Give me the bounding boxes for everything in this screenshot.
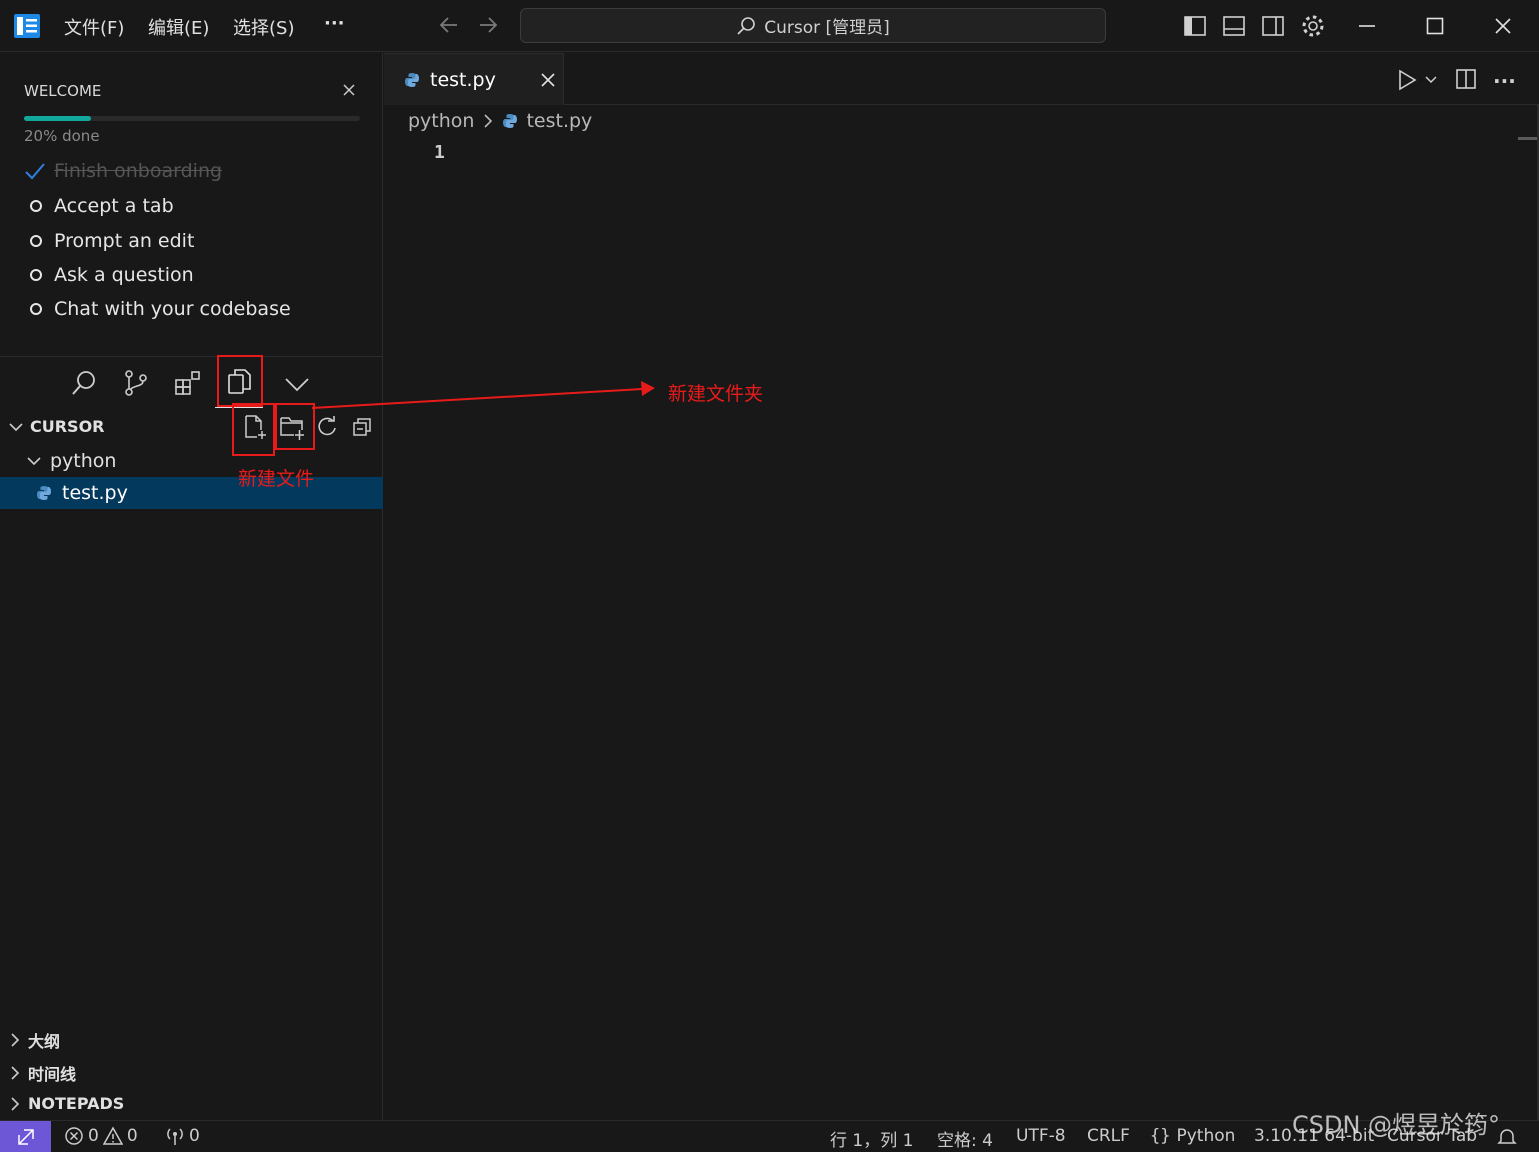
- broadcast-icon: [167, 1128, 183, 1145]
- warning-count: 0: [126, 1126, 138, 1146]
- language-label: Python: [1176, 1126, 1236, 1146]
- status-bar: 0 0 0 行 1，列 1 空格: 4 UTF-8 CRLF {} Python…: [0, 1111, 1539, 1152]
- encoding[interactable]: UTF-8: [1016, 1126, 1066, 1146]
- language-mode[interactable]: {} Python: [1150, 1126, 1235, 1146]
- line-ending[interactable]: CRLF: [1087, 1126, 1130, 1146]
- watermark: CSDN @煜昱於筠°: [1292, 1111, 1501, 1139]
- error-icon: [65, 1127, 83, 1145]
- ports-count: 0: [189, 1126, 200, 1146]
- braces-icon: {}: [1150, 1126, 1171, 1146]
- problems-indicator[interactable]: 0 0: [64, 1126, 138, 1146]
- error-count: 0: [88, 1126, 99, 1146]
- warning-icon: [102, 1126, 123, 1145]
- ports-indicator[interactable]: 0: [165, 1126, 200, 1146]
- annotation-arrow: [311, 381, 655, 409]
- remote-indicator[interactable]: [0, 1121, 51, 1152]
- cursor-position[interactable]: 行 1，列 1: [830, 1126, 913, 1151]
- remote-icon: [17, 1128, 34, 1145]
- indentation[interactable]: 空格: 4: [937, 1126, 993, 1151]
